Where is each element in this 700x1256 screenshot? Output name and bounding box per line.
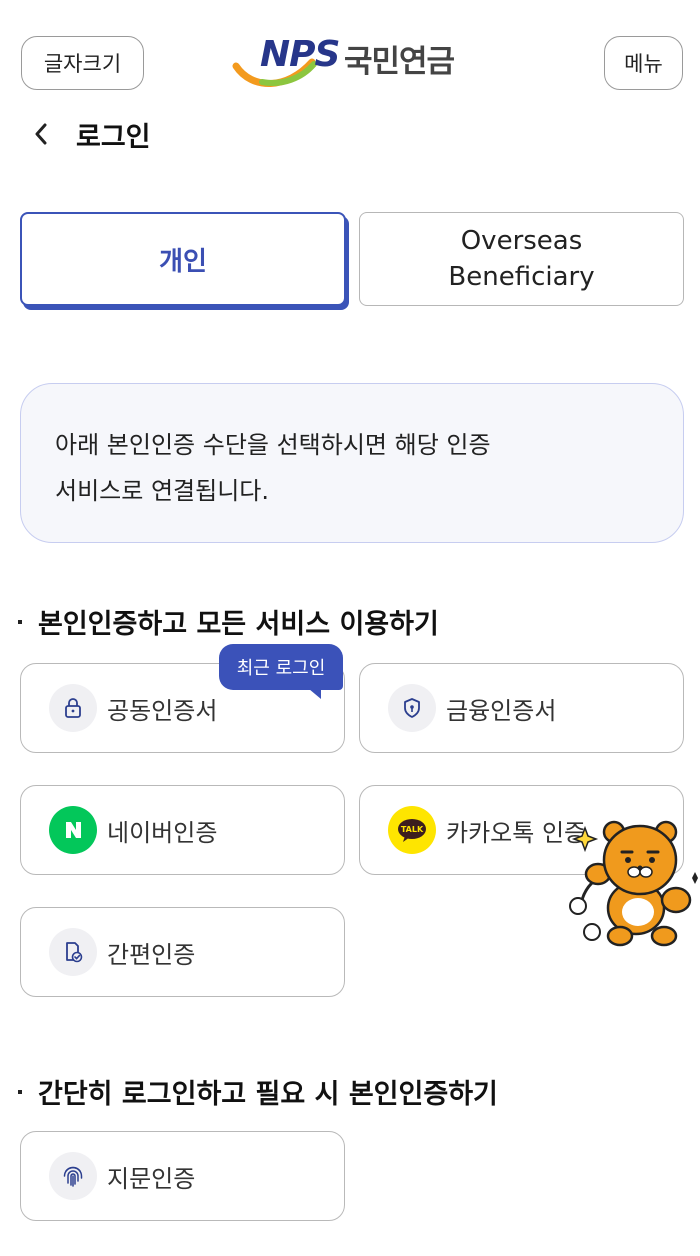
auth-label: 네이버인증 <box>107 818 218 847</box>
auth-label: 카카오톡 인증 <box>446 818 587 847</box>
section-title-text: 본인인증하고 모든 서비스 이용하기 <box>38 609 439 640</box>
title-row: 로그인 <box>32 112 151 156</box>
lock-icon <box>49 684 97 732</box>
tab-overseas-line1: Overseas <box>460 226 583 256</box>
font-size-button[interactable]: 글자크기 <box>21 36 144 90</box>
auth-label: 지문인증 <box>107 1164 196 1193</box>
svg-text:TALK: TALK <box>401 825 424 834</box>
notice-line1: 아래 본인인증 수단을 선택하시면 해당 인증 <box>55 431 491 459</box>
notice-line2: 서비스로 연결됩니다. <box>55 477 269 505</box>
naver-icon <box>49 806 97 854</box>
fingerprint-icon <box>49 1152 97 1200</box>
ryan-character-icon <box>569 820 698 947</box>
section-title-full-auth: 본인인증하고 모든 서비스 이용하기 <box>18 602 439 641</box>
tab-overseas-line2: Beneficiary <box>448 262 595 292</box>
recent-login-badge: 최근 로그인 <box>219 644 343 699</box>
recent-login-text: 최근 로그인 <box>236 658 326 679</box>
naver-auth-button[interactable]: 네이버인증 <box>20 785 345 875</box>
section-title-text: 간단히 로그인하고 필요 시 본인인증하기 <box>38 1079 498 1110</box>
menu-button[interactable]: 메뉴 <box>604 36 683 90</box>
fingerprint-auth-button[interactable]: 지문인증 <box>20 1131 345 1221</box>
chevron-left-icon[interactable] <box>32 120 60 148</box>
simple-auth-button[interactable]: 간편인증 <box>20 907 345 997</box>
auth-label: 간편인증 <box>107 940 196 969</box>
kakao-talk-icon: TALK <box>388 806 436 854</box>
section-title-simple-login: 간단히 로그인하고 필요 시 본인인증하기 <box>18 1072 498 1111</box>
tab-overseas-beneficiary[interactable]: Overseas Beneficiary <box>359 212 684 306</box>
nps-logo[interactable]: NPS 국민연금 <box>232 34 482 94</box>
bullet-icon <box>18 619 22 624</box>
shield-icon <box>388 684 436 732</box>
logo-korean-text: 국민연금 <box>344 44 455 80</box>
page-title: 로그인 <box>76 121 151 153</box>
badge-tail <box>309 689 321 699</box>
auth-label: 금융인증서 <box>446 696 557 725</box>
notice-box: 아래 본인인증 수단을 선택하시면 해당 인증 서비스로 연결됩니다. <box>20 383 684 543</box>
auth-label: 공동인증서 <box>107 696 218 725</box>
bullet-icon <box>18 1089 22 1094</box>
financial-certificate-button[interactable]: 금융인증서 <box>359 663 684 753</box>
logo-nps-text: NPS <box>260 34 340 75</box>
phone-check-icon <box>49 928 97 976</box>
tab-personal[interactable]: 개인 <box>20 212 346 306</box>
